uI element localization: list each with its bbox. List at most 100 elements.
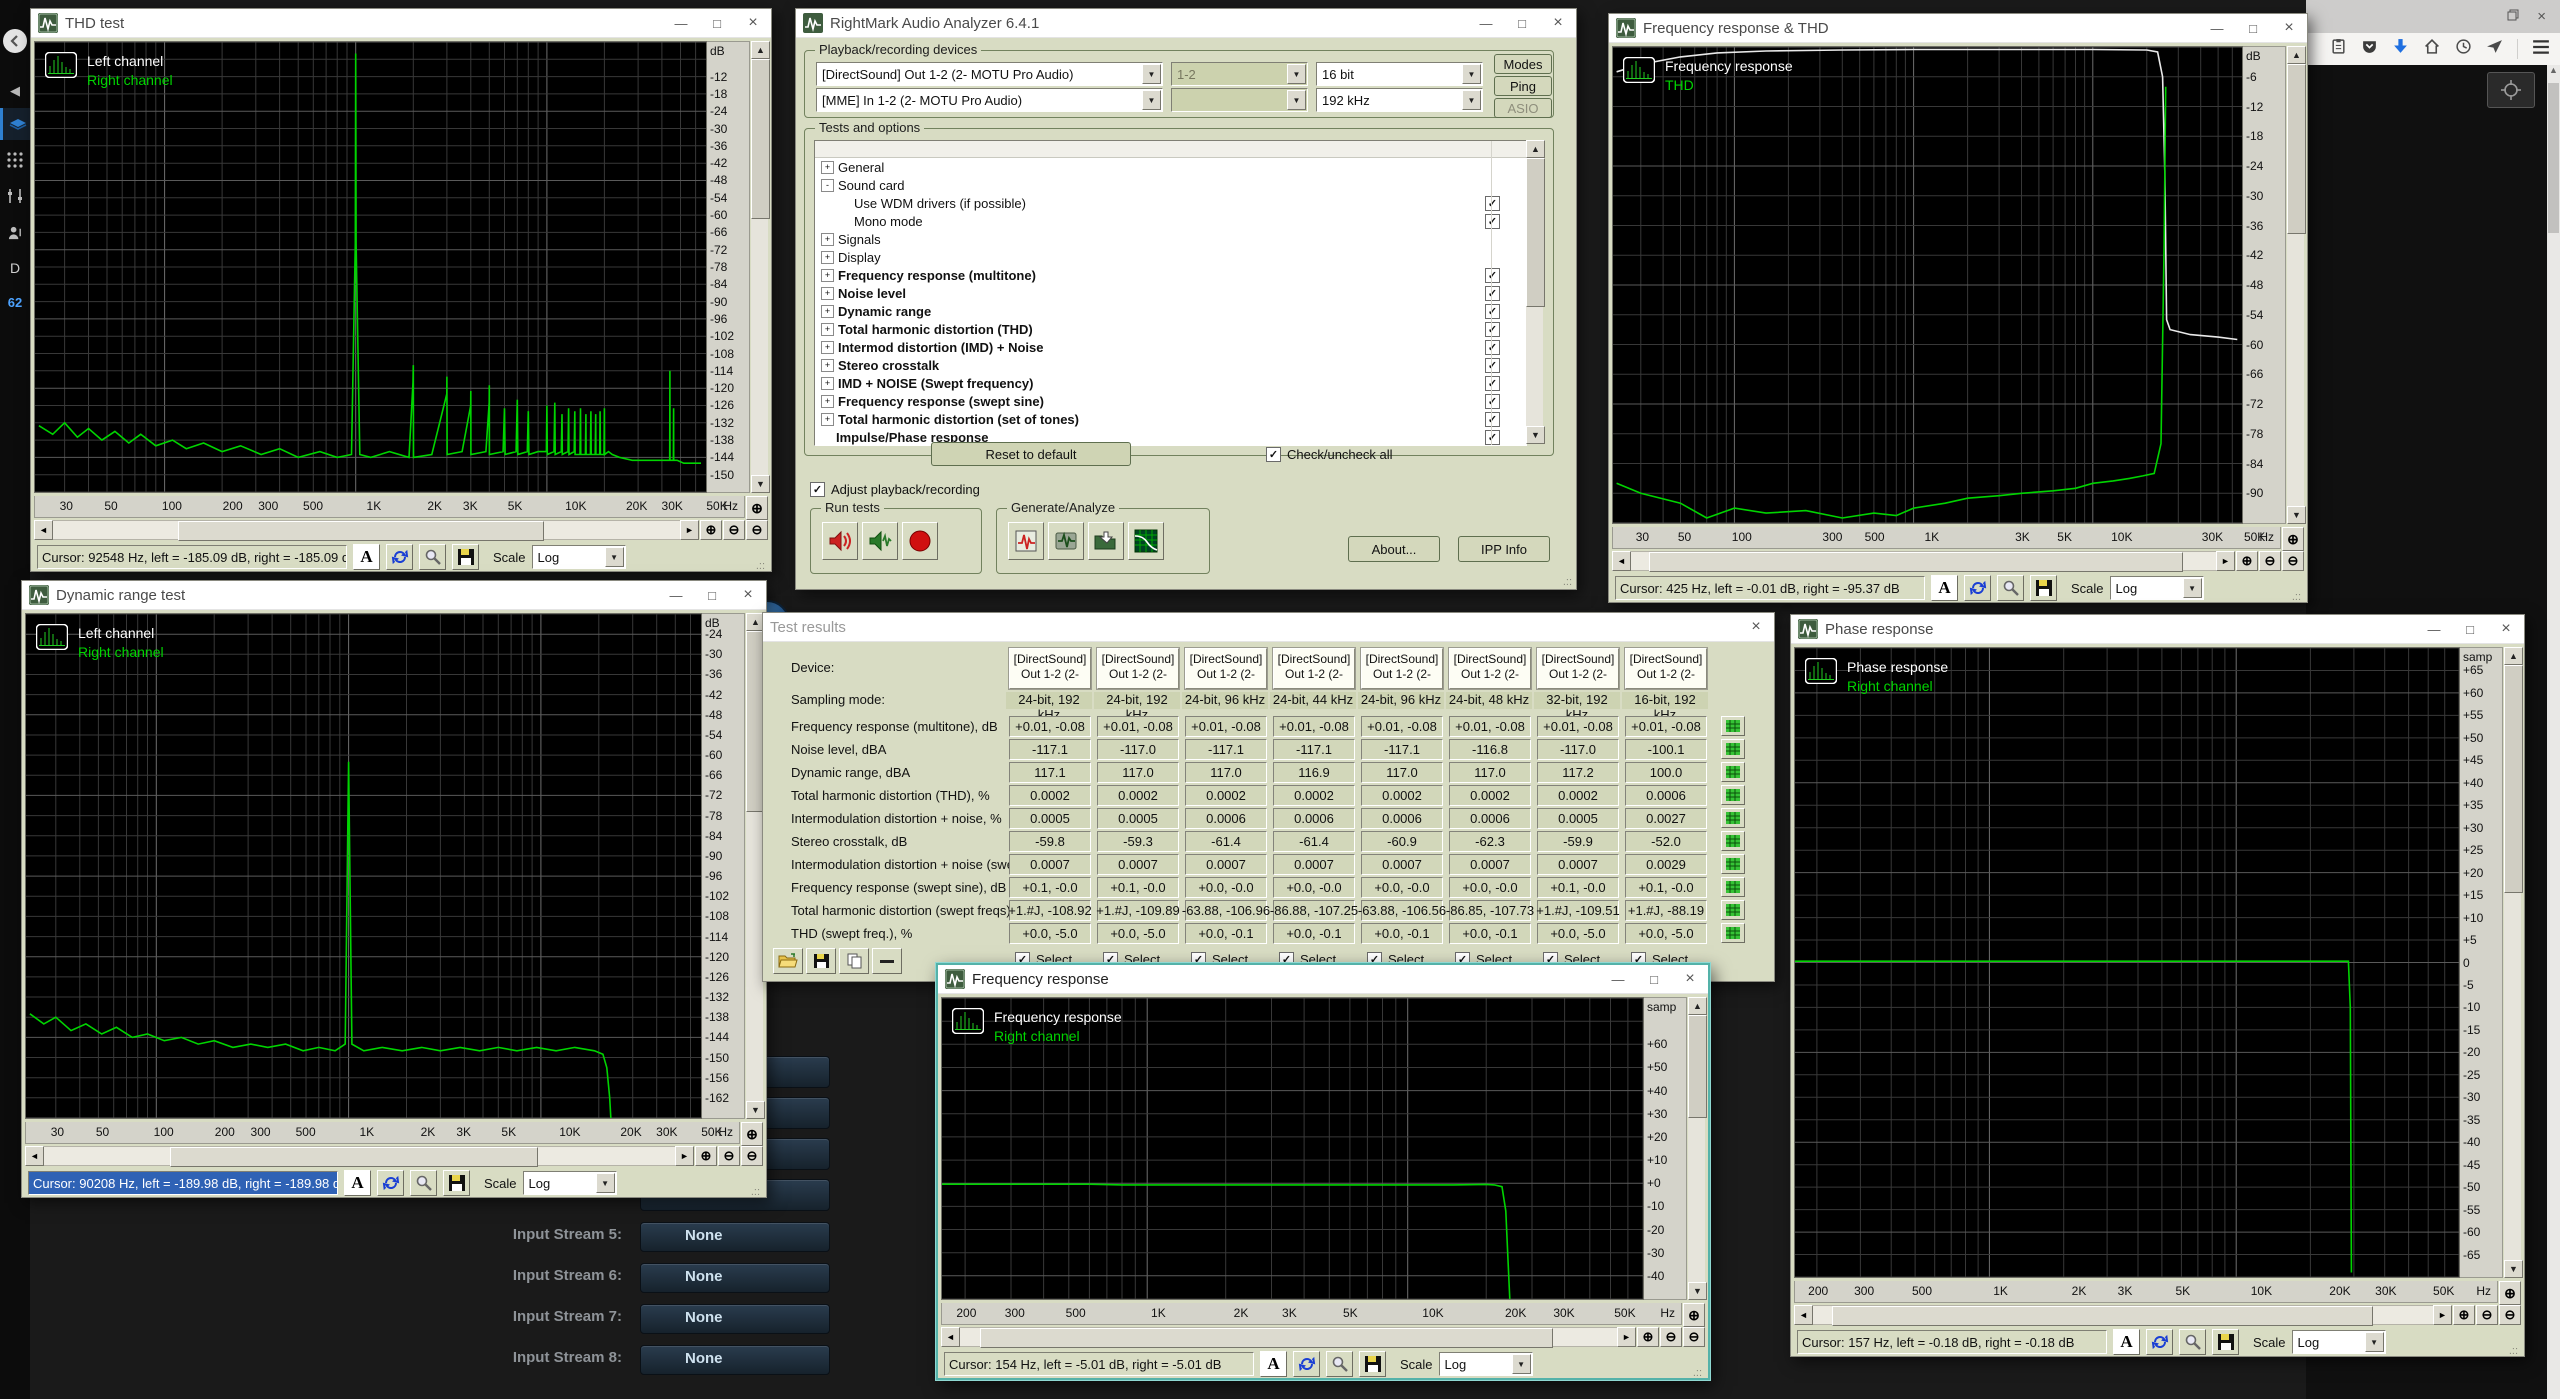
checkbox-icon[interactable]: ✓ (1485, 340, 1500, 355)
zoom-out-icon[interactable]: ⊖ (718, 1146, 740, 1166)
zoom-out-icon[interactable]: ⊖ (1660, 1327, 1682, 1347)
restore-icon[interactable] (2507, 9, 2519, 24)
scrollbar-thumb[interactable] (178, 521, 544, 541)
horizontal-scrollbar[interactable] (1631, 551, 2216, 571)
window-titlebar[interactable]: RightMark Audio Analyzer 6.4.1 — □ × (796, 9, 1576, 38)
save-button[interactable] (443, 1170, 470, 1196)
maximize-button[interactable]: □ (1504, 9, 1540, 37)
zoom-out-icon[interactable]: ⊖ (2259, 551, 2281, 571)
device-header[interactable]: [DirectSound]Out 1-2 (2- (1625, 648, 1707, 689)
font-button[interactable]: A (2113, 1329, 2140, 1355)
plot-area[interactable]: Left channel Right channel (34, 41, 707, 493)
tests-tree-item[interactable]: +Stereo crosstalk✓ (815, 356, 1526, 374)
zoom-in-icon[interactable]: ⊕ (2499, 1281, 2521, 1305)
modes-button[interactable]: Modes (1494, 54, 1552, 74)
record-rate-select[interactable]: 192 kHz▼ (1316, 88, 1483, 112)
scrollbar-thumb[interactable] (751, 59, 770, 219)
scroll-down-icon[interactable]: ▼ (2504, 1260, 2523, 1278)
scroll-up-icon[interactable]: ▲ (2287, 46, 2306, 64)
tests-tree-item[interactable]: +Noise level✓ (815, 284, 1526, 302)
scroll-left-icon[interactable]: ◄ (1794, 1305, 1813, 1325)
close-button[interactable]: × (1738, 613, 1774, 641)
plot-area[interactable]: Frequency response Right channel (941, 997, 1644, 1300)
tests-list[interactable]: +General-Sound cardUse WDM drivers (if p… (814, 140, 1527, 446)
resize-grip[interactable]: .:: (751, 1186, 760, 1198)
minimize-button[interactable]: — (658, 581, 694, 609)
checkbox-icon[interactable]: ✓ (1485, 394, 1500, 409)
scroll-left-icon[interactable]: ◄ (941, 1327, 960, 1347)
monitor-speaker-icon[interactable] (862, 522, 898, 560)
window-titlebar[interactable]: Frequency response & THD — □ × (1609, 14, 2307, 43)
resize-grip[interactable]: .:: (756, 560, 765, 572)
resize-grip[interactable]: .:: (1693, 1367, 1702, 1379)
device-header[interactable]: [DirectSound]Out 1-2 (2- (1273, 648, 1355, 689)
close-button[interactable]: × (2271, 14, 2307, 42)
close-button[interactable]: × (2488, 615, 2524, 643)
window-titlebar[interactable]: Dynamic range test — □ × (22, 581, 766, 610)
checkbox-icon[interactable]: ✓ (1485, 268, 1500, 283)
close-icon[interactable]: × (2537, 8, 2546, 25)
adjust-playback-checkbox[interactable]: ✓Adjust playback/recording (810, 482, 980, 497)
show-spectrum-button[interactable] (1721, 716, 1745, 736)
checkbox-icon[interactable]: ✓ (1485, 214, 1500, 229)
magnifier-button[interactable] (410, 1170, 437, 1196)
tests-tree-item[interactable]: +Display (815, 248, 1526, 266)
minimize-button[interactable]: — (1468, 9, 1504, 37)
zoom-reset-icon[interactable]: ⊖ (741, 1146, 763, 1166)
close-button[interactable]: × (730, 581, 766, 609)
zoom-out-icon[interactable]: ⊖ (2476, 1305, 2498, 1325)
scale-select[interactable]: Log ▼ (1439, 1352, 1533, 1376)
input-stream-button[interactable]: None (640, 1345, 830, 1375)
playback-bits-select[interactable]: 16 bit▼ (1316, 62, 1483, 86)
refresh-button[interactable] (1964, 575, 1991, 601)
refresh-button[interactable] (1293, 1351, 1320, 1377)
device-header[interactable]: [DirectSound]Out 1-2 (2- (1009, 648, 1091, 689)
checkbox-icon[interactable]: ✓ (1485, 286, 1500, 301)
scrollbar-thumb[interactable] (1688, 1015, 1707, 1118)
save-button[interactable] (2030, 575, 2057, 601)
scroll-up-icon[interactable]: ▲ (751, 41, 770, 59)
wave-card-icon[interactable] (1048, 522, 1084, 560)
show-spectrum-button[interactable] (1721, 785, 1745, 805)
zoom-in-icon[interactable]: ⊕ (741, 1122, 763, 1146)
close-button[interactable]: × (735, 9, 771, 37)
font-button[interactable]: A (1931, 575, 1958, 601)
grid-dots-icon[interactable] (0, 146, 30, 174)
open-wave-icon[interactable] (1088, 522, 1124, 560)
scroll-left-icon[interactable]: ◄ (1612, 551, 1631, 571)
device-header[interactable]: [DirectSound]Out 1-2 (2- (1097, 648, 1179, 689)
save-icon[interactable] (806, 948, 836, 974)
checkbox-icon[interactable]: ✓ (1485, 412, 1500, 427)
checkbox-icon[interactable]: ✓ (1485, 376, 1500, 391)
menu-icon[interactable] (2532, 39, 2550, 60)
vertical-scrollbar[interactable]: ▲ ▼ (751, 41, 768, 493)
scroll-down-icon[interactable]: ▼ (2287, 506, 2306, 524)
zoom-in-icon[interactable]: ⊕ (700, 520, 722, 540)
save-button[interactable] (2212, 1329, 2239, 1355)
zoom-reset-icon[interactable]: ⊖ (746, 520, 768, 540)
scrollbar-thumb[interactable] (170, 1147, 538, 1167)
magnifier-button[interactable] (419, 544, 446, 570)
scroll-up-icon[interactable]: ▲ (2547, 65, 2560, 75)
refresh-button[interactable] (377, 1170, 404, 1196)
scale-select[interactable]: Log ▼ (2110, 576, 2204, 600)
send-icon[interactable] (2486, 38, 2503, 60)
tests-tree-item[interactable]: +Total harmonic distortion (set of tones… (815, 410, 1526, 428)
save-button[interactable] (1359, 1351, 1386, 1377)
magnifier-button[interactable] (1997, 575, 2024, 601)
scroll-right-icon[interactable]: ► (680, 520, 699, 540)
signal-card-icon[interactable] (1008, 522, 1044, 560)
ping-button[interactable]: Ping (1494, 76, 1552, 96)
font-button[interactable]: A (353, 544, 380, 570)
minimize-button[interactable]: — (2416, 615, 2452, 643)
tests-tree-item[interactable]: -Sound card (815, 176, 1526, 194)
tests-list-scrollbar[interactable]: ▲ ▼ (1526, 140, 1543, 444)
magnifier-button[interactable] (1326, 1351, 1353, 1377)
show-spectrum-button[interactable] (1721, 900, 1745, 920)
show-spectrum-button[interactable] (1721, 739, 1745, 759)
scroll-down-icon[interactable]: ▼ (1688, 1282, 1707, 1300)
magnifier-button[interactable] (2179, 1329, 2206, 1355)
scroll-up-icon[interactable]: ▲ (1688, 997, 1707, 1015)
zoom-in-icon[interactable]: ⊕ (2282, 527, 2304, 551)
scroll-left-icon[interactable]: ◄ (34, 520, 53, 540)
